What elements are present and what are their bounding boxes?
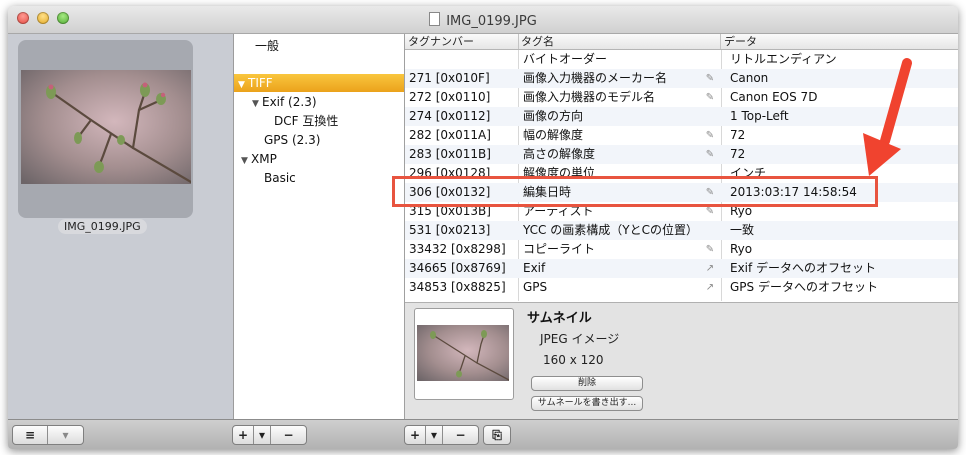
tag-number-cell xyxy=(409,50,517,69)
pencil-icon[interactable]: ✎ xyxy=(703,69,717,88)
tag-name-cell: GPS xyxy=(523,280,548,294)
tree-add-remove-buttons: + ▾ − xyxy=(232,425,307,445)
table-row[interactable]: 531 [0x0213] YCC の画素構成（YとCの位置） 一致 xyxy=(405,221,958,240)
view-options-button[interactable]: ≡ ▾ xyxy=(12,425,84,445)
tag-value-cell: Ryo xyxy=(730,242,753,256)
tag-value-cell: GPS データへのオフセット xyxy=(730,280,878,294)
chevron-down-icon[interactable]: ▾ xyxy=(253,426,270,444)
disclosure-triangle-icon[interactable]: ▼ xyxy=(241,152,251,170)
export-thumbnail-button[interactable]: サムネールを書き出す... xyxy=(531,396,643,411)
tag-value-cell: 一致 xyxy=(730,223,755,237)
pencil-icon[interactable]: ✎ xyxy=(703,88,717,107)
tree-item-label: DCF 互換性 xyxy=(274,114,339,128)
tag-number-cell: 282 [0x011A] xyxy=(409,128,491,142)
pencil-icon[interactable]: ✎ xyxy=(703,126,717,145)
annotation-arrow-icon xyxy=(863,58,912,176)
tree-item-general[interactable]: 一般 xyxy=(234,37,404,55)
thumbnail-section-title: サムネイル xyxy=(527,311,592,326)
thumbnail-dimensions: 160 x 120 xyxy=(543,353,604,367)
remove-tag-button[interactable]: − xyxy=(442,426,478,444)
arrow-icon[interactable]: ↗ xyxy=(703,278,717,297)
table-row[interactable]: 34665 [0x8769] Exif ↗ Exif データへのオフセット xyxy=(405,259,958,278)
tag-name-cell: 幅の解像度 xyxy=(523,128,584,142)
tree-item-label: XMP xyxy=(251,152,277,166)
metadata-category-tree: 一般 ▼ TIFF ▼ Exif (2.3) DCF 互換性 GPS (2.3) ▼… xyxy=(234,34,405,419)
tag-number-cell: 34853 [0x8825] xyxy=(409,280,506,294)
arrow-icon[interactable]: ↗ xyxy=(703,259,717,278)
tag-value-cell: Exif データへのオフセット xyxy=(730,261,877,275)
remove-category-button[interactable]: − xyxy=(270,426,306,444)
tree-item-label: TIFF xyxy=(248,76,273,90)
title-bar: IMG_0199.JPG xyxy=(8,6,958,34)
tag-value-cell: 72 xyxy=(730,147,746,161)
column-header-tag-name[interactable]: タグ名 xyxy=(518,34,721,49)
window-title-text: IMG_0199.JPG xyxy=(446,14,537,29)
tag-value-cell: Canon xyxy=(730,71,769,85)
pencil-icon[interactable]: ✎ xyxy=(703,145,717,164)
chevron-down-icon[interactable]: ▾ xyxy=(47,426,83,444)
tree-item-basic[interactable]: Basic xyxy=(234,169,404,187)
chevron-down-icon[interactable]: ▾ xyxy=(425,426,442,444)
tag-number-cell: 283 [0x011B] xyxy=(409,147,491,161)
thumbnail-type: JPEG イメージ xyxy=(540,332,620,346)
thumbnail-detail-panel: サムネイル JPEG イメージ 160 x 120 削除 サムネールを書き出す.… xyxy=(405,302,958,420)
tag-number-cell: 531 [0x0213] xyxy=(409,223,491,237)
tree-item-label: 一般 xyxy=(255,39,280,53)
tag-value-cell: 72 xyxy=(730,128,746,142)
tag-value-cell: 1 Top-Left xyxy=(730,109,789,123)
image-browser-pane: IMG_0199.JPG xyxy=(8,34,234,448)
tag-number-cell: 271 [0x010F] xyxy=(409,71,490,85)
tree-item-label: GPS (2.3) xyxy=(264,133,321,147)
tag-name-cell: 画像入力機器のメーカー名 xyxy=(523,71,668,85)
window-title: IMG_0199.JPG xyxy=(8,12,958,29)
tag-name-cell: 高さの解像度 xyxy=(523,147,596,161)
table-row[interactable]: 34853 [0x8825] GPS ↗ GPS データへのオフセット xyxy=(405,278,958,297)
tag-name-cell: YCC の画素構成（YとCの位置） xyxy=(523,223,698,237)
tag-number-cell: 33432 [0x8298] xyxy=(409,242,506,256)
tree-item-dcf[interactable]: DCF 互換性 xyxy=(234,112,404,130)
tag-number-cell: 34665 [0x8769] xyxy=(409,261,506,275)
bottom-toolbar: ≡ ▾ + ▾ − + ▾ − ⎘ xyxy=(8,419,958,449)
highlight-box xyxy=(392,176,878,207)
pencil-icon[interactable]: ✎ xyxy=(703,240,717,259)
tag-name-cell: 画像の方向 xyxy=(523,109,584,123)
tag-name-cell: Exif xyxy=(523,261,546,275)
app-window: IMG_0199.JPG IMG_0199.JPG 一般 ▼ TIFF ▼ Ex… xyxy=(8,6,958,449)
document-icon xyxy=(429,12,441,26)
column-header-data[interactable]: データ xyxy=(721,34,958,49)
tree-item-tiff[interactable]: ▼ TIFF xyxy=(234,74,404,92)
disclosure-triangle-icon[interactable]: ▼ xyxy=(252,95,262,113)
add-category-button[interactable]: + xyxy=(233,426,253,444)
list-icon[interactable]: ≡ xyxy=(13,426,47,444)
tag-add-remove-buttons: + ▾ − xyxy=(404,425,479,445)
edit-document-button[interactable]: ⎘ xyxy=(483,425,511,445)
tree-item-exif[interactable]: ▼ Exif (2.3) xyxy=(234,93,404,111)
column-header-tag-number[interactable]: タグナンバー xyxy=(405,34,519,49)
edit-document-icon: ⎘ xyxy=(492,428,502,442)
image-thumbnail-card[interactable] xyxy=(18,40,193,218)
tag-value-cell: リトルエンディアン xyxy=(730,52,837,66)
disclosure-triangle-icon[interactable]: ▼ xyxy=(238,76,248,94)
tree-item-xmp[interactable]: ▼ XMP xyxy=(234,150,404,168)
image-thumbnail xyxy=(21,70,191,184)
tag-number-cell: 274 [0x0112] xyxy=(409,109,491,123)
tag-name-cell: 画像入力機器のモデル名 xyxy=(523,90,656,104)
tag-number-cell: 272 [0x0110] xyxy=(409,90,491,104)
table-header: タグナンバー タグ名 データ xyxy=(405,34,958,50)
thumbnail-filename: IMG_0199.JPG xyxy=(58,219,147,234)
tag-name-cell: バイトオーダー xyxy=(523,52,608,66)
add-tag-button[interactable]: + xyxy=(405,426,425,444)
delete-thumbnail-button[interactable]: 削除 xyxy=(531,376,643,391)
embedded-thumbnail-preview xyxy=(414,308,514,400)
tag-name-cell: コピーライト xyxy=(523,242,596,256)
tree-item-label: Exif (2.3) xyxy=(262,95,317,109)
tag-value-cell: Canon EOS 7D xyxy=(730,90,818,104)
tree-item-label: Basic xyxy=(264,171,296,185)
embedded-thumbnail-image xyxy=(417,325,509,381)
tree-item-gps[interactable]: GPS (2.3) xyxy=(234,131,404,149)
table-row[interactable]: 33432 [0x8298] コピーライト ✎ Ryo xyxy=(405,240,958,259)
